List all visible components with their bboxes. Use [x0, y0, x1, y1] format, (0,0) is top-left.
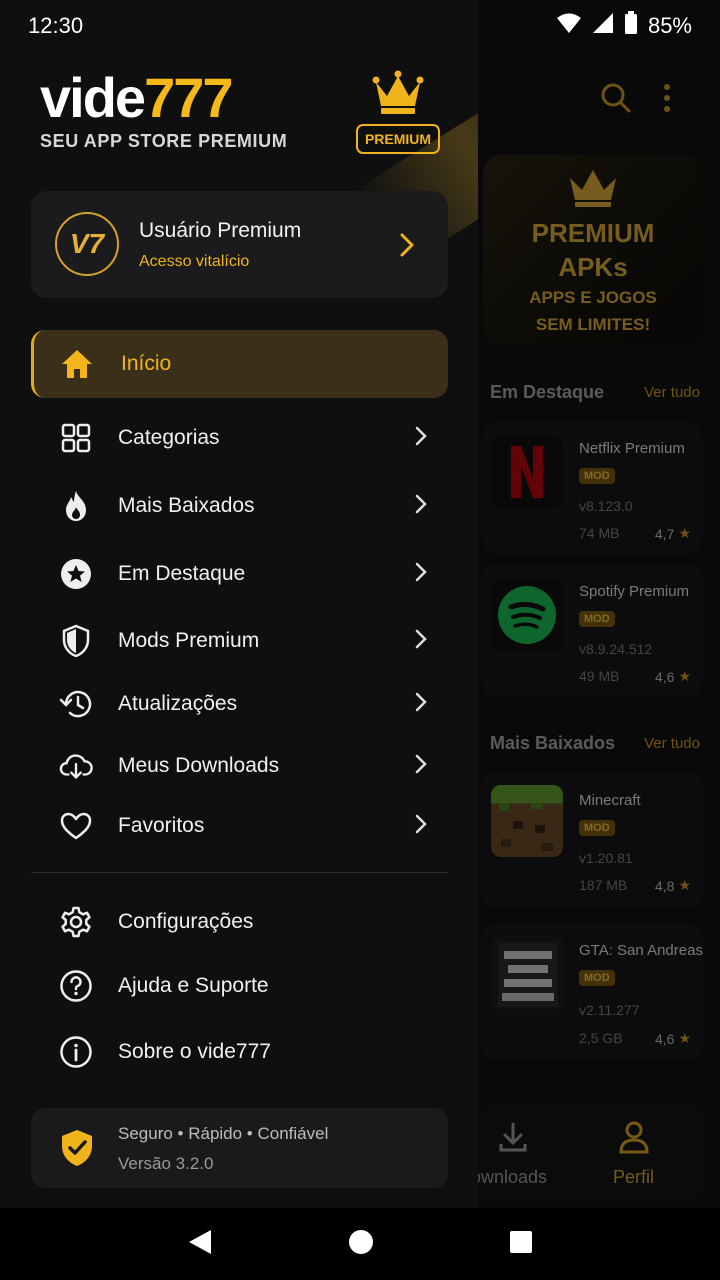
menu-item-meus-downloads[interactable]: Meus Downloads	[31, 732, 448, 800]
battery-level: 85%	[647, 13, 692, 38]
chevron-right-icon	[413, 425, 429, 452]
app-version: Versão 3.2.0	[118, 1154, 214, 1173]
menu-label: Sobre o vide777	[118, 1040, 271, 1063]
premium-badge: PREMIUM	[356, 124, 440, 154]
menu-label: Meus Downloads	[118, 754, 280, 777]
home-circle-icon[interactable]	[348, 1229, 374, 1260]
scrim[interactable]	[478, 0, 720, 1208]
history-icon	[59, 687, 93, 721]
shield-check-icon	[59, 1128, 95, 1173]
recents-icon[interactable]	[509, 1230, 533, 1259]
tagline: SEU APP STORE PREMIUM	[40, 131, 288, 151]
app-logo: vide777	[40, 66, 234, 129]
shield-icon	[59, 624, 93, 658]
chevron-right-icon	[413, 628, 429, 655]
help-icon	[59, 969, 93, 1003]
menu-item-ajuda[interactable]: Ajuda e Suporte	[31, 952, 448, 1020]
chevron-right-icon	[397, 231, 417, 264]
menu-label: Categorias	[118, 426, 220, 449]
chevron-right-icon	[413, 691, 429, 718]
menu-item-sobre[interactable]: Sobre o vide777	[31, 1018, 448, 1086]
chevron-right-icon	[413, 561, 429, 588]
system-nav-bar	[0, 1208, 720, 1280]
status-bar: 12:30 85%	[0, 0, 720, 52]
menu-label: Atualizações	[118, 692, 238, 715]
menu-label: Início	[121, 352, 172, 375]
menu-label: Favoritos	[118, 814, 205, 837]
logo-text-gold: 777	[144, 66, 233, 129]
footer-tagline: Seguro • Rápido • Confiável	[118, 1124, 329, 1143]
battery-icon	[624, 11, 638, 41]
menu-item-inicio[interactable]: Início	[31, 330, 448, 398]
cloud-download-icon	[59, 749, 93, 783]
menu-label: Configurações	[118, 910, 254, 933]
fire-icon	[59, 489, 93, 523]
navigation-drawer: vide777 SEU APP STORE PREMIUM PREMIUM V7…	[0, 0, 478, 1208]
menu-label: Ajuda e Suporte	[118, 974, 269, 997]
menu-label: Mods Premium	[118, 629, 260, 652]
menu-item-configuracoes[interactable]: Configurações	[31, 888, 448, 956]
back-icon[interactable]	[187, 1228, 213, 1261]
chevron-right-icon	[413, 813, 429, 840]
star-badge-icon	[59, 557, 93, 591]
security-info-card: Seguro • Rápido • Confiável Versão 3.2.0	[31, 1108, 448, 1188]
heart-icon	[59, 809, 93, 843]
grid-icon	[59, 421, 93, 455]
menu-item-categorias[interactable]: Categorias	[31, 404, 448, 472]
divider	[31, 872, 448, 873]
signal-icon	[592, 12, 614, 40]
crown-icon	[372, 70, 424, 121]
gear-icon	[59, 905, 93, 939]
avatar: V7	[55, 212, 119, 276]
menu-label: Mais Baixados	[118, 494, 255, 517]
screen: PREMIUM APKs APPS E JOGOS SEM LIMITES! E…	[0, 0, 720, 1280]
menu-item-favoritos[interactable]: Favoritos	[31, 792, 448, 860]
info-icon	[59, 1035, 93, 1069]
logo-text-white: vide	[40, 66, 146, 129]
user-name: Usuário Premium	[139, 219, 302, 242]
status-time: 12:30	[28, 13, 84, 38]
home-icon	[60, 347, 94, 381]
wifi-icon	[556, 12, 582, 40]
menu-item-mods-premium[interactable]: Mods Premium	[31, 607, 448, 675]
chevron-right-icon	[413, 493, 429, 520]
user-profile-card[interactable]: V7 Usuário Premium Acesso vitalício	[31, 191, 448, 298]
chevron-right-icon	[413, 753, 429, 780]
menu-item-mais-baixados[interactable]: Mais Baixados	[31, 472, 448, 540]
user-subscription: Acesso vitalício	[139, 253, 250, 270]
menu-label: Em Destaque	[118, 562, 246, 585]
menu-item-em-destaque[interactable]: Em Destaque	[31, 540, 448, 608]
menu-item-atualizacoes[interactable]: Atualizações	[31, 670, 448, 738]
